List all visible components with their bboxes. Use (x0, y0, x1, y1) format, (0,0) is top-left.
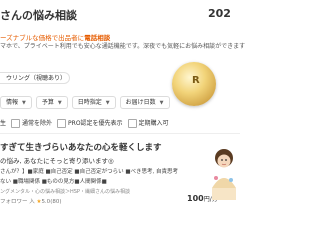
filter-delivery-days[interactable]: お届け日数 ▼ (119, 96, 170, 109)
checkbox-subscription[interactable]: 定期購入可 (127, 118, 169, 128)
checkbox-pro-label: PRO認定を優先表示 (68, 120, 123, 127)
review-count: (80) (50, 199, 62, 205)
intro-description: マホで、プライベート利用でも安心な通話機能です。深夜でも気軽にお悩み相談ができま… (0, 43, 246, 50)
filter-datetime[interactable]: 日時指定 ▼ (71, 96, 116, 109)
checkbox-exclude-normal[interactable]: 通常を除外 (11, 118, 52, 128)
medal-letter: R (192, 75, 200, 86)
seller-avatar[interactable] (200, 144, 240, 200)
filter-delivery-label: お届け日数 (125, 99, 156, 106)
option-checkboxes: 生 通常を除外 PRO認定を優先表示 定期購入可 (0, 118, 169, 128)
checkbox-box[interactable] (57, 119, 67, 128)
chevron-down-icon: ▼ (159, 100, 164, 106)
chevron-down-icon: ▼ (57, 100, 62, 106)
checkbox-pro[interactable]: PRO認定を優先表示 (57, 118, 123, 128)
service-title-link[interactable]: すぎて生きづらいあなたの心を軽くします (0, 141, 162, 153)
filter-info[interactable]: 情報 ▼ (0, 96, 32, 109)
checkbox-subscription-label: 定期購入可 (138, 120, 169, 127)
checkbox-box[interactable] (127, 119, 137, 128)
filter-datetime-label: 日時指定 (77, 99, 102, 106)
service-subtitle: の悩み, あなたにそっと寄り添います◎ (0, 157, 114, 165)
divider (0, 133, 240, 134)
category-breadcrumb[interactable]: ングメンタル・心の悩み相談＞HSP・繊細さんの悩み相談 (0, 188, 130, 195)
checkbox-exclude-label: 通常を除外 (22, 120, 53, 127)
filter-budget-label: 予算 (41, 99, 54, 106)
checkbox-box[interactable] (11, 119, 21, 128)
rating-value: 5.0 (41, 199, 51, 205)
year-label: 202 (208, 7, 231, 20)
follower-label: フォロワー 入 (0, 199, 37, 205)
rating-row: フォロワー 入 ★5.0(80) (0, 197, 61, 205)
chevron-down-icon: ▼ (22, 100, 26, 106)
checkbox-priority-label: 生 (0, 120, 7, 127)
service-tags-line1: さんが？】■家庭 ■自己否定 ■自己否定がつらい ■べき思考, 自責思考 (0, 169, 179, 175)
service-tags-line2: ない ■職場関係 ■ものの見方■人間関係■ (0, 179, 107, 185)
filter-bar: 情報 ▼ 予算 ▼ 日時指定 ▼ お届け日数 ▼ (0, 96, 170, 109)
chevron-down-icon: ▼ (105, 100, 110, 106)
category-tag[interactable]: ウリング（視聴あり） (0, 72, 70, 84)
filter-budget[interactable]: 予算 ▼ (35, 96, 68, 109)
page-title: さんの悩み相談 (0, 9, 77, 22)
checkbox-priority[interactable]: 生 (0, 118, 6, 128)
filter-info-label: 情報 (6, 99, 19, 106)
